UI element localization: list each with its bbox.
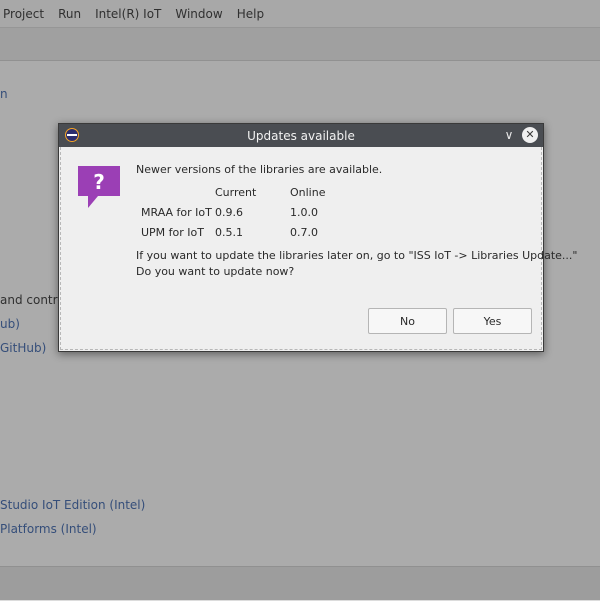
dialog-title: Updates available	[247, 128, 355, 143]
yes-button[interactable]: Yes	[453, 308, 532, 334]
chevron-down-icon[interactable]: ∨	[501, 127, 517, 143]
table-row-mraa-name: MRAA for IoT	[141, 206, 212, 219]
dialog-hint-line2: Do you want to update now?	[136, 265, 295, 278]
table-row-mraa-online: 1.0.0	[290, 206, 318, 219]
question-icon: ?	[78, 166, 120, 208]
table-row-upm-name: UPM for IoT	[141, 226, 204, 239]
table-header-online: Online	[290, 186, 326, 199]
close-icon[interactable]: ✕	[522, 127, 538, 143]
table-row-upm-online: 0.7.0	[290, 226, 318, 239]
dialog-message: Newer versions of the libraries are avai…	[136, 163, 383, 176]
dialog-hint-line1: If you want to update the libraries late…	[136, 249, 578, 262]
table-row-mraa-current: 0.9.6	[215, 206, 243, 219]
updates-dialog: Updates available ∨ ✕ ? Newer versions o…	[58, 123, 577, 352]
no-button[interactable]: No	[368, 308, 447, 334]
dialog-body: ? Newer versions of the libraries are av…	[60, 147, 577, 350]
question-mark-glyph: ?	[93, 170, 105, 194]
dialog-titlebar[interactable]: Updates available ∨ ✕	[59, 124, 543, 147]
table-header-current: Current	[215, 186, 257, 199]
eclipse-app-icon	[65, 128, 79, 142]
table-row-upm-current: 0.5.1	[215, 226, 243, 239]
